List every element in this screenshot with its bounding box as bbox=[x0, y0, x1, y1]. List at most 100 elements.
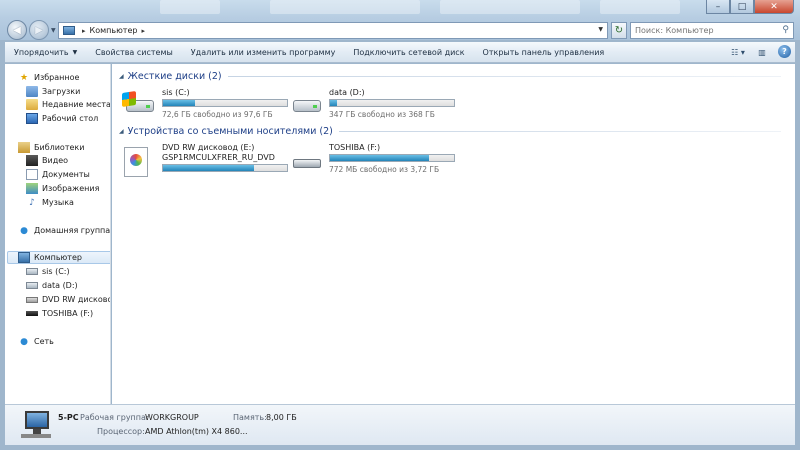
sidebar-item-drive-f[interactable]: TOSHIBA (F:) bbox=[26, 307, 93, 320]
help-icon: ? bbox=[782, 47, 787, 56]
change-view-button[interactable]: ☷ ▾ bbox=[730, 45, 746, 60]
open-control-panel-button[interactable]: Открыть панель управления bbox=[474, 42, 614, 63]
memory-value: 8,00 ГБ bbox=[266, 413, 297, 422]
sidebar-item-label: Музыка bbox=[42, 198, 74, 207]
usage-bar bbox=[329, 154, 455, 162]
close-button[interactable]: ✕ bbox=[754, 0, 794, 14]
chevron-right-icon[interactable]: ▸ bbox=[141, 27, 145, 35]
sidebar-item-downloads[interactable]: Загрузки bbox=[26, 85, 80, 98]
drive-tile-e[interactable]: DVD RW дисковод (E:) GSP1RMCULXFRER_RU_D… bbox=[122, 143, 302, 177]
computer-icon bbox=[21, 411, 51, 439]
window-controls: – □ ✕ bbox=[706, 0, 794, 14]
usb-drive-icon bbox=[26, 311, 38, 316]
collapse-triangle-icon[interactable]: ◢ bbox=[119, 128, 124, 135]
arrow-left-icon: ◀ bbox=[13, 24, 21, 36]
network-icon: ● bbox=[20, 336, 28, 347]
search-icon[interactable]: ⚲ bbox=[782, 25, 789, 35]
video-library-icon bbox=[26, 155, 38, 166]
drive-name: sis (C:) bbox=[162, 88, 190, 97]
sidebar-item-network[interactable]: ● Сеть bbox=[18, 335, 54, 348]
sidebar-item-documents[interactable]: Документы bbox=[26, 168, 90, 181]
view-controls: ☷ ▾ ▥ ? bbox=[722, 45, 791, 60]
organize-button[interactable]: Упорядочить ▼ bbox=[5, 42, 86, 63]
usage-fill bbox=[163, 165, 254, 171]
workgroup-label: Рабочая группа: bbox=[80, 413, 149, 422]
sidebar-item-label: Загрузки bbox=[42, 87, 81, 96]
view-tiles-icon: ☷ ▾ bbox=[731, 48, 745, 57]
processor-value: AMD Athlon(tm) X4 860... bbox=[145, 427, 248, 436]
history-dropdown-icon[interactable]: ▼ bbox=[51, 27, 56, 34]
drive-free-space: 347 ГБ свободно из 368 ГБ bbox=[329, 110, 435, 119]
sidebar-item-label: Документы bbox=[42, 170, 90, 179]
background-ghost bbox=[270, 0, 420, 14]
sidebar-item-drive-c[interactable]: sis (C:) bbox=[26, 265, 70, 278]
usage-fill bbox=[330, 100, 338, 106]
sidebar-item-desktop[interactable]: Рабочий стол bbox=[26, 112, 98, 125]
map-network-drive-button[interactable]: Подключить сетевой диск bbox=[344, 42, 473, 63]
system-properties-button[interactable]: Свойства системы bbox=[86, 42, 182, 63]
sidebar-item-label: TOSHIBA (F:) bbox=[42, 309, 94, 318]
group-header-hard-drives[interactable]: ◢ Жесткие диски (2) bbox=[119, 70, 781, 82]
sidebar-item-drive-d[interactable]: data (D:) bbox=[26, 279, 78, 292]
sidebar-item-computer[interactable]: Компьютер bbox=[7, 251, 110, 264]
music-note-icon: ♪ bbox=[29, 197, 35, 208]
drive-tile-c[interactable]: sis (C:) 72,6 ГБ свободно из 97,6 ГБ bbox=[122, 88, 292, 120]
downloads-folder-icon bbox=[26, 86, 38, 97]
uninstall-program-button[interactable]: Удалить или изменить программу bbox=[182, 42, 345, 63]
sidebar-item-images[interactable]: Изображения bbox=[26, 182, 99, 195]
sidebar-item-label: Сеть bbox=[34, 337, 54, 346]
sidebar-item-video[interactable]: Видео bbox=[26, 154, 68, 167]
processor-label: Процессор: bbox=[97, 427, 145, 436]
chevron-down-icon: ▼ bbox=[72, 48, 78, 56]
group-header-removable[interactable]: ◢ Устройства со съемными носителями (2) bbox=[119, 125, 781, 137]
chevron-right-icon[interactable]: ▸ bbox=[82, 27, 86, 35]
back-button[interactable]: ◀ bbox=[7, 20, 27, 40]
breadcrumb-computer[interactable]: Компьютер bbox=[90, 26, 138, 35]
sidebar-item-music[interactable]: ♪ Музыка bbox=[26, 196, 74, 209]
group-divider bbox=[338, 130, 781, 132]
dvd-disc-icon bbox=[122, 147, 156, 177]
sidebar-item-label: data (D:) bbox=[42, 281, 78, 290]
minimize-button[interactable]: – bbox=[706, 0, 730, 14]
computer-icon bbox=[63, 26, 75, 35]
sidebar-item-label: sis (C:) bbox=[42, 267, 70, 276]
help-button[interactable]: ? bbox=[778, 45, 791, 58]
usb-drive-icon bbox=[289, 147, 323, 173]
drive-name: DVD RW дисковод (E:) bbox=[162, 143, 255, 152]
sidebar-item-libraries[interactable]: Библиотеки bbox=[18, 141, 84, 154]
forward-button[interactable]: ▶ bbox=[29, 20, 49, 40]
sidebar-item-favorites[interactable]: ★ Избранное bbox=[18, 71, 79, 84]
sidebar-item-recent-places[interactable]: Недавние места bbox=[26, 98, 110, 111]
address-bar[interactable]: ▸ Компьютер ▸ ▼ bbox=[58, 22, 608, 39]
sidebar-item-drive-e[interactable]: DVD RW дисковод ( bbox=[26, 293, 110, 306]
navigation-pane[interactable]: ★ Избранное Загрузки Недавние места Рабоч… bbox=[5, 64, 111, 404]
sidebar-item-label: Видео bbox=[42, 156, 69, 165]
drive-tile-d[interactable]: data (D:) 347 ГБ свободно из 368 ГБ bbox=[289, 88, 459, 120]
preview-pane-button[interactable]: ▥ bbox=[754, 45, 770, 60]
system-drive-icon bbox=[26, 268, 38, 275]
hard-drive-icon bbox=[289, 92, 323, 118]
homegroup-icon: ● bbox=[20, 225, 28, 236]
details-pane: 5-PC Рабочая группа: WORKGROUP Память: 8… bbox=[5, 404, 795, 445]
pictures-library-icon bbox=[26, 183, 38, 194]
collapse-triangle-icon[interactable]: ◢ bbox=[119, 73, 124, 80]
search-box[interactable]: ⚲ bbox=[630, 22, 794, 39]
arrow-right-icon: ▶ bbox=[35, 24, 43, 36]
refresh-button[interactable]: ↻ bbox=[611, 22, 627, 39]
sidebar-item-homegroup[interactable]: ● Домашняя группа bbox=[18, 224, 110, 237]
drive-tile-f[interactable]: TOSHIBA (F:) 772 МБ свободно из 3,72 ГБ bbox=[289, 143, 459, 175]
address-dropdown-icon[interactable]: ▼ bbox=[598, 26, 603, 33]
system-drive-icon bbox=[122, 91, 156, 118]
documents-library-icon bbox=[26, 169, 38, 180]
sidebar-item-label: DVD RW дисковод ( bbox=[42, 295, 110, 304]
search-input[interactable] bbox=[635, 23, 779, 38]
usage-bar bbox=[329, 99, 455, 107]
content-pane[interactable]: ◢ Жесткие диски (2) sis (C:) 72,6 ГБ сво… bbox=[112, 64, 795, 404]
star-icon: ★ bbox=[19, 72, 29, 83]
drive-name: TOSHIBA (F:) bbox=[329, 143, 381, 152]
computer-icon bbox=[18, 252, 30, 263]
memory-label: Память: bbox=[233, 413, 267, 422]
maximize-button[interactable]: □ bbox=[730, 0, 754, 14]
group-title: Устройства со съемными носителями (2) bbox=[127, 125, 333, 137]
computer-name: 5-PC bbox=[58, 413, 79, 422]
